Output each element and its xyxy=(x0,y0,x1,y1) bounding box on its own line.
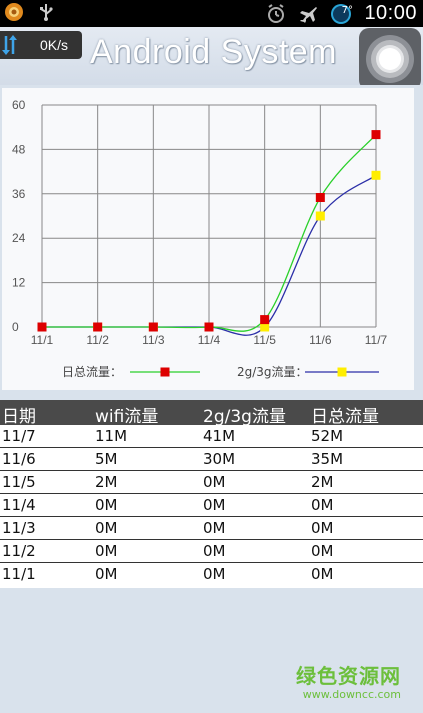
table-row: 11/2 0M 0M 0M xyxy=(0,540,423,563)
table-header: 日期 wifi流量 2g/3g流量 日总流量 xyxy=(0,400,423,427)
row-date: 11/7 xyxy=(2,427,36,445)
row-wifi: 2M xyxy=(95,473,118,491)
watermark-text: 绿色资源网 xyxy=(296,664,401,688)
x-tick-label: 11/1 xyxy=(31,333,54,347)
row-mobile: 0M xyxy=(203,542,226,560)
table-row: 11/7 11M 41M 52M xyxy=(0,425,423,448)
data-point xyxy=(315,211,325,221)
speed-text: 0K/s xyxy=(40,37,69,53)
legend-marker xyxy=(160,367,170,377)
row-wifi: 0M xyxy=(95,496,118,514)
row-mobile: 41M xyxy=(203,427,236,445)
row-mobile: 0M xyxy=(203,473,226,491)
header-wifi: wifi流量 xyxy=(95,407,159,427)
header-total: 日总流量 xyxy=(311,407,379,427)
assistive-touch-icon xyxy=(366,35,414,83)
data-point xyxy=(37,322,47,332)
row-total: 0M xyxy=(311,565,334,583)
row-mobile: 30M xyxy=(203,450,236,468)
table-row: 11/5 2M 0M 2M xyxy=(0,471,423,494)
y-tick-label: 24 xyxy=(12,231,26,245)
row-wifi: 0M xyxy=(95,565,118,583)
clock: 10:00 xyxy=(364,2,417,24)
watermark-url: www.downcc.com xyxy=(302,688,401,701)
row-mobile: 0M xyxy=(203,565,226,583)
data-point xyxy=(260,315,270,325)
row-wifi: 11M xyxy=(95,427,128,445)
x-tick-label: 11/2 xyxy=(86,333,109,347)
row-mobile: 0M xyxy=(203,496,226,514)
row-mobile: 0M xyxy=(203,519,226,537)
y-tick-label: 60 xyxy=(12,98,26,112)
y-tick-label: 12 xyxy=(12,276,26,290)
data-point xyxy=(371,170,381,180)
data-point xyxy=(315,193,325,202)
row-total: 52M xyxy=(311,427,344,445)
network-speed-indicator: 0K/s xyxy=(0,31,82,59)
row-total: 2M xyxy=(311,473,334,491)
x-tick-label: 11/3 xyxy=(142,333,165,347)
row-date: 11/2 xyxy=(2,542,36,560)
y-tick-label: 48 xyxy=(12,142,26,156)
x-tick-label: 11/6 xyxy=(309,333,332,347)
row-wifi: 5M xyxy=(95,450,118,468)
row-date: 11/1 xyxy=(2,565,36,583)
row-total: 35M xyxy=(311,450,344,468)
x-tick-label: 11/5 xyxy=(253,333,276,347)
legend-label: 2g/3g流量： xyxy=(237,365,308,379)
y-tick-label: 0 xyxy=(12,320,19,334)
chart-panel: 0 12 24 36 48 60 11/1 11/2 11/3 11/4 11/5 11/6 11/7 日… xyxy=(2,88,414,390)
row-total: 0M xyxy=(311,542,334,560)
usb-icon xyxy=(36,2,56,22)
status-bar: 10:00 7° xyxy=(0,0,423,27)
app-title: Android System xyxy=(90,33,337,71)
app-notification-icon xyxy=(4,2,24,22)
legend-label: 日总流量： xyxy=(62,365,122,379)
legend-marker xyxy=(337,367,347,377)
row-date: 11/6 xyxy=(2,450,36,468)
table-row: 11/1 0M 0M 0M xyxy=(0,563,423,586)
data-point xyxy=(204,322,214,332)
floating-menu-button[interactable] xyxy=(359,28,421,90)
transfer-arrows-icon xyxy=(2,33,18,57)
traffic-line-chart: 0 12 24 36 48 60 11/1 11/2 11/3 11/4 11/5 11/6 11/7 日… xyxy=(12,98,388,379)
x-tick-label: 11/4 xyxy=(198,333,221,347)
table-row: 11/3 0M 0M 0M xyxy=(0,517,423,540)
row-wifi: 0M xyxy=(95,542,118,560)
row-total: 0M xyxy=(311,496,334,514)
row-date: 11/4 xyxy=(2,496,36,514)
row-wifi: 0M xyxy=(95,519,118,537)
table-row: 11/6 5M 30M 35M xyxy=(0,448,423,471)
data-point xyxy=(93,322,103,332)
row-date: 11/5 xyxy=(2,473,36,491)
app-header: 0K/s Android System xyxy=(0,27,423,90)
header-date: 日期 xyxy=(2,407,36,427)
table-row: 11/4 0M 0M 0M xyxy=(0,494,423,517)
data-point xyxy=(371,130,381,140)
x-tick-label: 11/7 xyxy=(365,333,388,347)
row-total: 0M xyxy=(311,519,334,537)
chart-area: 0 12 24 36 48 60 11/1 11/2 11/3 11/4 11/5 11/6 11/7 日… xyxy=(0,85,423,400)
row-date: 11/3 xyxy=(2,519,36,537)
weather-badge: 7° xyxy=(341,5,353,16)
airplane-mode-icon xyxy=(298,4,318,24)
header-mobile: 2g/3g流量 xyxy=(203,407,286,427)
data-point xyxy=(148,322,158,332)
y-tick-label: 36 xyxy=(12,187,26,201)
alarm-icon xyxy=(266,3,286,24)
